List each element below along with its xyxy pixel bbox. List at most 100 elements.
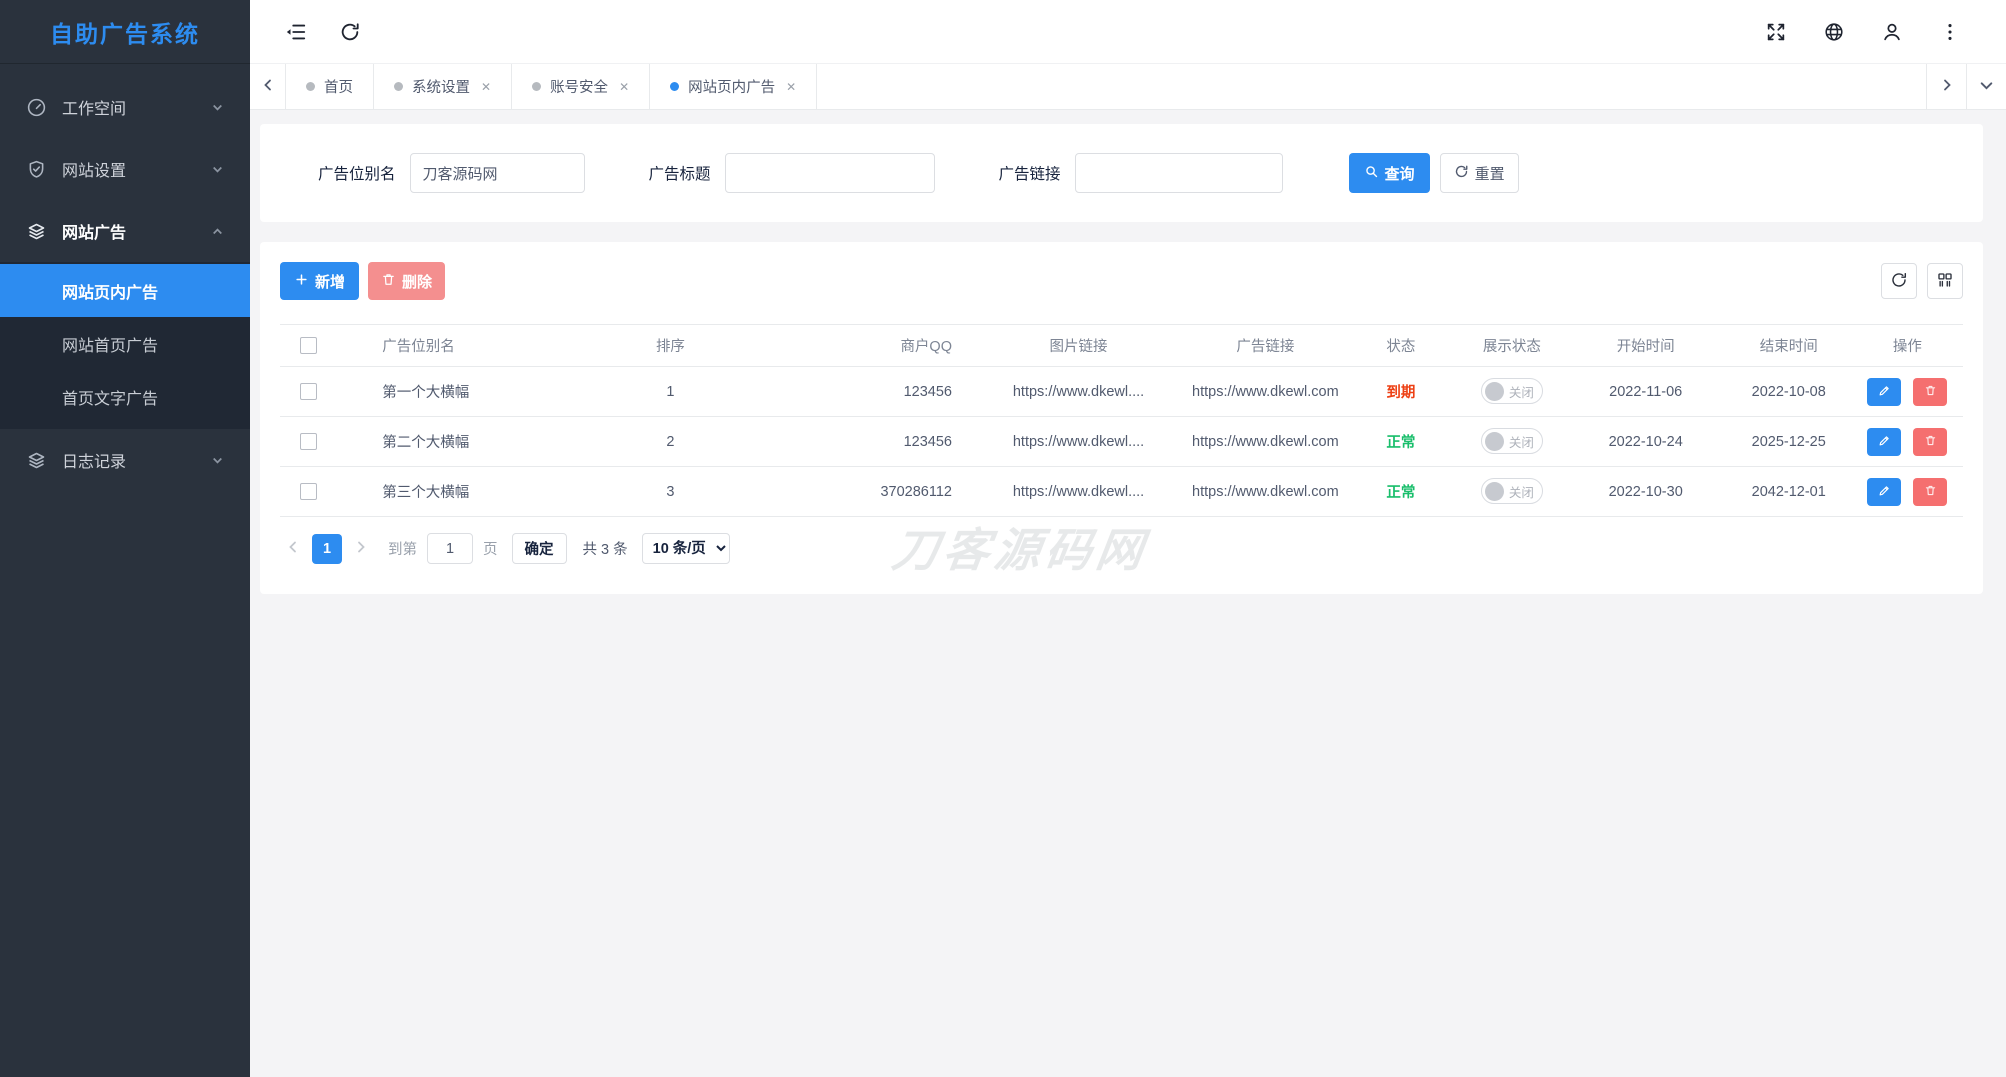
field-label: 广告标题 (649, 162, 711, 184)
edit-button[interactable] (1867, 478, 1901, 506)
col-header: 开始时间 (1566, 325, 1726, 367)
refresh-table-button[interactable] (1881, 263, 1917, 299)
chevron-left-icon (261, 78, 275, 95)
prev-page-button[interactable] (280, 534, 306, 564)
plus-icon (294, 272, 309, 291)
status-badge: 到期 (1386, 385, 1415, 401)
next-page-button[interactable] (348, 534, 374, 564)
dashboard-icon (26, 97, 47, 118)
tabs-menu-button[interactable] (1966, 64, 2006, 109)
fullscreen-button[interactable] (1764, 20, 1788, 44)
toggle-label: 关闭 (1509, 432, 1534, 451)
goto-confirm-button[interactable]: 确定 (512, 533, 567, 564)
ad-link-input[interactable] (1075, 153, 1283, 193)
cell-ad-slot-name: 第一个大横幅 (337, 367, 600, 417)
table-row: 第三个大横幅 3 370286112 https://www.dkewl....… (280, 467, 1963, 517)
display-status-toggle[interactable]: 关闭 (1481, 428, 1543, 454)
more-menu-button[interactable] (1938, 20, 1962, 44)
col-header: 操作 (1852, 325, 1963, 367)
content-area: 广告位别名 广告标题 广告链接 查询 重置 (250, 110, 2006, 1077)
chevron-right-icon (354, 540, 368, 557)
pencil-icon (1878, 384, 1891, 400)
tab-close-icon[interactable]: ✕ (619, 80, 629, 94)
collapse-sidebar-button[interactable] (284, 20, 308, 44)
sidebar-item-label: 网站广告 (62, 219, 211, 243)
cell-sort: 3 (600, 467, 741, 517)
tab-label: 账号安全 (550, 76, 608, 97)
tab-home[interactable]: 首页 (286, 64, 374, 109)
edit-button[interactable] (1867, 378, 1901, 406)
pencil-icon (1878, 484, 1891, 500)
sidebar-item-homepage-ads[interactable]: 网站首页广告 (0, 317, 250, 370)
field-ad-link: 广告链接 (999, 153, 1283, 193)
column-settings-button[interactable] (1927, 263, 1963, 299)
trash-icon (381, 272, 396, 291)
edit-button[interactable] (1867, 428, 1901, 456)
user-menu-button[interactable] (1880, 20, 1904, 44)
display-status-toggle[interactable]: 关闭 (1481, 378, 1543, 404)
menu-fold-icon (285, 21, 307, 43)
tab-close-icon[interactable]: ✕ (786, 80, 796, 94)
tabs-scroll-right-button[interactable] (1926, 64, 1966, 109)
field-ad-slot-name: 广告位别名 (318, 153, 585, 193)
delete-button-label: 删除 (402, 271, 432, 292)
select-all-checkbox[interactable] (300, 337, 317, 354)
sidebar-item-label: 网站设置 (62, 157, 211, 181)
sidebar-item-logs[interactable]: 日志记录 (0, 429, 250, 491)
tab-inpage-ads[interactable]: 网站页内广告 ✕ (650, 64, 817, 109)
sidebar-item-inpage-ads[interactable]: 网站页内广告 (0, 264, 250, 317)
col-header: 广告位别名 (337, 325, 600, 367)
row-delete-button[interactable] (1913, 378, 1947, 406)
table-header-row: 广告位别名 排序 商户QQ 图片链接 广告链接 状态 展示状态 开始时间 结束时… (280, 325, 1963, 367)
cell-end-time: 2042-12-01 (1726, 467, 1852, 517)
tabs-scroll-left-button[interactable] (250, 64, 286, 109)
sidebar-item-site-settings[interactable]: 网站设置 (0, 138, 250, 200)
sidebar-item-label: 首页文字广告 (62, 385, 158, 409)
main-area: 首页 系统设置 ✕ 账号安全 ✕ 网站页内广告 ✕ 广告位别名 (250, 0, 2006, 1077)
cell-image-link: https://www.dkewl.... (970, 367, 1187, 417)
toggle-label: 关闭 (1509, 482, 1534, 501)
cell-start-time: 2022-11-06 (1566, 367, 1726, 417)
cell-ad-slot-name: 第二个大横幅 (337, 417, 600, 467)
page-number-button[interactable]: 1 (312, 534, 342, 564)
tab-system-settings[interactable]: 系统设置 ✕ (374, 64, 512, 109)
language-button[interactable] (1822, 20, 1846, 44)
sidebar-item-workspace[interactable]: 工作空间 (0, 76, 250, 138)
delete-button[interactable]: 删除 (368, 262, 445, 300)
layers-icon (26, 450, 47, 471)
row-checkbox[interactable] (300, 483, 317, 500)
query-button[interactable]: 查询 (1349, 153, 1430, 193)
reload-page-button[interactable] (338, 20, 362, 44)
row-checkbox[interactable] (300, 433, 317, 450)
tab-account-security[interactable]: 账号安全 ✕ (512, 64, 650, 109)
search-panel: 广告位别名 广告标题 广告链接 查询 重置 (260, 124, 1983, 222)
col-header: 排序 (600, 325, 741, 367)
page-size-select[interactable]: 10 条/页 (642, 533, 730, 564)
columns-icon (1936, 271, 1954, 292)
cell-ad-link: https://www.dkewl.com (1187, 467, 1344, 517)
reset-button-label: 重置 (1475, 163, 1505, 184)
ad-slot-name-input[interactable] (410, 153, 585, 193)
tab-close-icon[interactable]: ✕ (481, 80, 491, 94)
chevron-down-icon (211, 454, 224, 467)
reset-button[interactable]: 重置 (1440, 153, 1519, 193)
tab-dot (532, 82, 541, 91)
col-header: 结束时间 (1726, 325, 1852, 367)
add-button[interactable]: 新增 (280, 262, 359, 300)
tabbar-spacer (817, 64, 1926, 109)
sidebar-item-site-ads[interactable]: 网站广告 (0, 200, 250, 262)
row-delete-button[interactable] (1913, 428, 1947, 456)
query-button-label: 查询 (1385, 163, 1415, 184)
goto-page-input[interactable] (427, 533, 473, 564)
chevron-down-icon (1979, 78, 1994, 96)
chevron-down-icon (211, 101, 224, 114)
ad-title-input[interactable] (725, 153, 935, 193)
display-status-toggle[interactable]: 关闭 (1481, 478, 1543, 504)
row-delete-button[interactable] (1913, 478, 1947, 506)
sidebar-item-home-text-ads[interactable]: 首页文字广告 (0, 370, 250, 423)
row-checkbox[interactable] (300, 383, 317, 400)
sidebar-item-label: 工作空间 (62, 95, 211, 119)
trash-icon (1924, 434, 1937, 450)
status-badge: 正常 (1386, 435, 1415, 451)
tabbar: 首页 系统设置 ✕ 账号安全 ✕ 网站页内广告 ✕ (250, 64, 2006, 110)
